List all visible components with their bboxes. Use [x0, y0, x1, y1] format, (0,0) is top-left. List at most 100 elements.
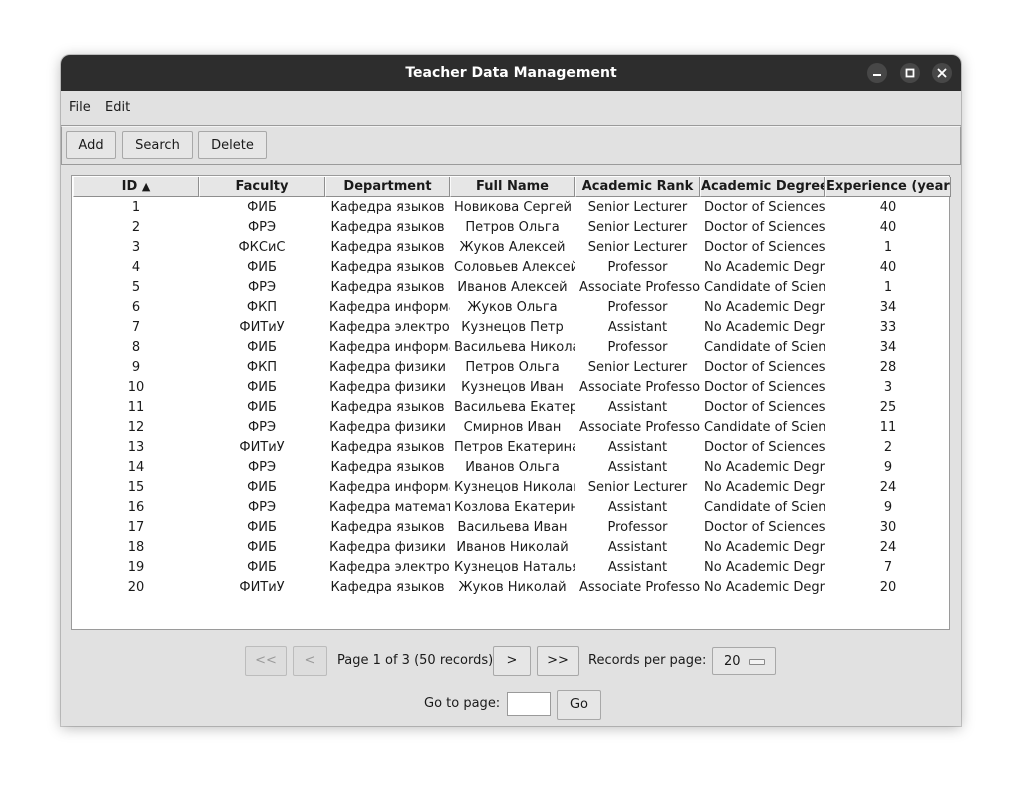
cell-faculty: ФИБ — [247, 480, 277, 495]
title-bar[interactable]: Teacher Data Management — [61, 55, 961, 91]
cell-academic-degree: Candidate of Sciences — [704, 280, 825, 295]
cell-faculty: ФИБ — [247, 520, 277, 535]
cell-faculty: ФРЭ — [247, 460, 277, 475]
table-row[interactable]: 20 ФИТиУ Кафедра языков Жуков Николай Associ… — [73, 578, 951, 598]
column-header-academic-rank[interactable]: Academic Rank — [575, 177, 700, 197]
column-header-full-name[interactable]: Full Name — [450, 177, 575, 197]
cell-experience: 30 — [879, 520, 897, 535]
cell-id: 16 — [127, 500, 145, 515]
next-page-button[interactable]: > — [493, 646, 531, 676]
cell-id: 5 — [131, 280, 141, 295]
table-row[interactable]: 15 ФИБ Кафедра информатики Кузнецов Николай… — [73, 478, 951, 498]
table-row[interactable]: 13 ФИТиУ Кафедра языков Петров Екатерина Ass… — [73, 438, 951, 458]
table-row[interactable]: 7 ФИТиУ Кафедра электроники Кузнецов Петр As… — [73, 318, 951, 338]
first-page-button[interactable]: << — [245, 646, 287, 676]
cell-faculty: ФИБ — [247, 260, 277, 275]
prev-page-button[interactable]: < — [293, 646, 327, 676]
cell-id: 12 — [127, 420, 145, 435]
table-row[interactable]: 5 ФРЭ Кафедра языков Иванов Алексей Associat… — [73, 278, 951, 298]
cell-department: Кафедра информатики — [329, 300, 450, 315]
cell-faculty: ФРЭ — [247, 500, 277, 515]
table-row[interactable]: 16 ФРЭ Кафедра математики Козлова Екатерина… — [73, 498, 951, 518]
menu-edit[interactable]: Edit — [102, 91, 133, 125]
cell-academic-rank: Assistant — [607, 560, 668, 575]
column-header-experience[interactable]: Experience (years) — [825, 177, 951, 197]
cell-department: Кафедра языков — [330, 200, 445, 215]
cell-academic-degree: No Academic Degree — [704, 480, 825, 495]
page-info: Page 1 of 3 (50 records) — [337, 653, 494, 668]
cell-faculty: ФИБ — [247, 540, 277, 555]
cell-department: Кафедра языков — [330, 460, 445, 475]
column-header-department[interactable]: Department — [325, 177, 450, 197]
sort-ascending-icon: ▲ — [141, 180, 151, 193]
table-row[interactable]: 12 ФРЭ Кафедра физики Смирнов Иван Associate… — [73, 418, 951, 438]
cell-id: 15 — [127, 480, 145, 495]
cell-faculty: ФРЭ — [247, 420, 277, 435]
table-row[interactable]: 10 ФИБ Кафедра физики Кузнецов Иван Associat… — [73, 378, 951, 398]
column-header-academic-degree[interactable]: Academic Degree — [700, 177, 825, 197]
cell-faculty: ФРЭ — [247, 220, 277, 235]
table-row[interactable]: 1 ФИБ Кафедра языков Новикова Сергей Senior … — [73, 198, 951, 218]
cell-academic-rank: Associate Professor — [579, 380, 700, 395]
cell-academic-degree: Doctor of Sciences — [704, 380, 825, 395]
table-row[interactable]: 11 ФИБ Кафедра языков Васильева Екатерина As… — [73, 398, 951, 418]
table-row[interactable]: 6 ФКП Кафедра информатики Жуков Ольга Profes… — [73, 298, 951, 318]
cell-full-name: Смирнов Иван — [463, 420, 562, 435]
cell-academic-degree: Doctor of Sciences — [704, 360, 825, 375]
cell-department: Кафедра языков — [330, 220, 445, 235]
cell-faculty: ФКП — [246, 300, 278, 315]
cell-department: Кафедра информатики — [329, 480, 450, 495]
table-row[interactable]: 14 ФРЭ Кафедра языков Иванов Ольга Assistant… — [73, 458, 951, 478]
cell-experience: 40 — [879, 200, 897, 215]
table-row[interactable]: 8 ФИБ Кафедра информатики Васильева Николай… — [73, 338, 951, 358]
menu-file[interactable]: File — [66, 91, 94, 125]
cell-department: Кафедра физики — [329, 380, 446, 395]
table-row[interactable]: 3 ФКСиС Кафедра языков Жуков Алексей Senior … — [73, 238, 951, 258]
table-row[interactable]: 18 ФИБ Кафедра физики Иванов Николай Assista… — [73, 538, 951, 558]
cell-experience: 25 — [879, 400, 897, 415]
column-header-id[interactable]: ID ▲ — [73, 177, 199, 197]
go-button[interactable]: Go — [557, 690, 601, 720]
add-button[interactable]: Add — [66, 131, 116, 159]
cell-academic-rank: Senior Lecturer — [587, 200, 688, 215]
delete-button[interactable]: Delete — [198, 131, 267, 159]
maximize-button[interactable] — [900, 63, 920, 83]
cell-department: Кафедра языков — [330, 580, 445, 595]
last-page-button[interactable]: >> — [537, 646, 579, 676]
cell-faculty: ФИБ — [247, 200, 277, 215]
cell-faculty: ФИТиУ — [239, 440, 285, 455]
cell-id: 6 — [131, 300, 141, 315]
cell-id: 13 — [127, 440, 145, 455]
cell-academic-degree: Doctor of Sciences — [704, 400, 825, 415]
cell-academic-rank: Senior Lecturer — [587, 360, 688, 375]
cell-id: 3 — [131, 240, 141, 255]
cell-faculty: ФИБ — [247, 340, 277, 355]
cell-faculty: ФИБ — [247, 560, 277, 575]
goto-page-input[interactable] — [507, 692, 551, 716]
table-row[interactable]: 19 ФИБ Кафедра электроники Кузнецов Наталья… — [73, 558, 951, 578]
cell-full-name: Васильева Екатерина — [454, 400, 575, 415]
cell-department: Кафедра языков — [330, 260, 445, 275]
search-button[interactable]: Search — [122, 131, 193, 159]
cell-experience: 34 — [879, 340, 897, 355]
cell-experience: 1 — [883, 240, 893, 255]
table-row[interactable]: 9 ФКП Кафедра физики Петров Ольга Senior Lec… — [73, 358, 951, 378]
table-row[interactable]: 17 ФИБ Кафедра языков Васильева Иван Profess… — [73, 518, 951, 538]
cell-full-name: Жуков Алексей — [459, 240, 566, 255]
minimize-button[interactable] — [867, 63, 887, 83]
close-button[interactable] — [932, 63, 952, 83]
cell-full-name: Иванов Ольга — [465, 460, 560, 475]
cell-academic-degree: Candidate of Sciences — [704, 420, 825, 435]
teacher-table: ID ▲ Faculty Department Full Name Academic R… — [71, 175, 951, 630]
cell-academic-rank: Senior Lecturer — [587, 240, 688, 255]
records-per-page-value: 20 — [724, 654, 741, 669]
cell-department: Кафедра физики — [329, 420, 446, 435]
cell-experience: 9 — [883, 500, 893, 515]
records-per-page-select[interactable]: 20 — [712, 647, 776, 675]
table-row[interactable]: 2 ФРЭ Кафедра языков Петров Ольга Senior Lec… — [73, 218, 951, 238]
app-window: Teacher Data Management File Edit Add Se… — [61, 55, 961, 726]
column-header-faculty[interactable]: Faculty — [199, 177, 325, 197]
cell-academic-rank: Professor — [607, 520, 668, 535]
cell-experience: 2 — [883, 440, 893, 455]
table-row[interactable]: 4 ФИБ Кафедра языков Соловьев Алексей Profes… — [73, 258, 951, 278]
